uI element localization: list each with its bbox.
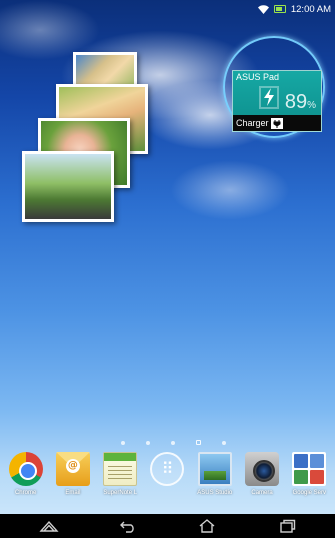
battery-status-icon — [273, 5, 286, 13]
at-sign-glyph: @ — [65, 459, 80, 473]
back-icon[interactable] — [118, 519, 138, 533]
dock-app-label: ASUS Studio — [197, 490, 233, 496]
charging-bolt-icon — [259, 86, 279, 109]
battery-percent: 89% — [285, 91, 316, 114]
wifi-icon — [257, 4, 269, 14]
dock-app-supernote[interactable]: SuperNote L — [99, 452, 141, 496]
clock: 12:00 AM — [290, 3, 331, 15]
chrome-icon — [8, 452, 43, 486]
dock-app-label: Camera — [251, 490, 273, 496]
dock-app-label: SuperNote L — [103, 490, 138, 496]
wallpaper-cloud — [170, 160, 290, 220]
photo-thumbnail[interactable] — [22, 151, 114, 222]
home-screen: 12:00 AM ASUS Pad 89% Charger Chrome @ E… — [0, 0, 335, 538]
dock-app-asus-studio[interactable]: ASUS Studio — [194, 452, 236, 496]
device-name-label: ASUS Pad — [236, 72, 280, 82]
percent-sign: % — [307, 100, 316, 111]
page-dot[interactable] — [146, 441, 150, 445]
asus-studio-icon — [197, 452, 232, 486]
status-bar: 12:00 AM — [0, 0, 335, 18]
page-dot[interactable] — [222, 441, 226, 445]
all-apps-button[interactable] — [146, 452, 188, 490]
recent-apps-icon[interactable] — [276, 519, 296, 533]
charger-row: Charger — [233, 115, 321, 131]
photo-image — [25, 154, 111, 219]
google-services-icon — [292, 452, 327, 486]
battery-percent-value: 89 — [284, 91, 308, 113]
supernote-icon — [103, 452, 138, 486]
page-dot[interactable] — [171, 441, 175, 445]
dock-app-label: Chrome — [14, 490, 37, 496]
dock-app-camera[interactable]: Camera — [241, 452, 283, 496]
charger-label: Charger — [236, 118, 269, 128]
maps-mini-icon — [310, 470, 325, 484]
dock-app-email[interactable]: @ Email — [52, 452, 94, 496]
home-shortcut-icon[interactable] — [39, 519, 59, 533]
dock-app-chrome[interactable]: Chrome — [5, 452, 47, 496]
navigation-bar — [0, 514, 335, 538]
dock-app-label: Email — [65, 490, 81, 496]
dock-app-label: Google Serv — [292, 490, 326, 496]
home-page-dot[interactable] — [196, 440, 201, 445]
email-icon: @ — [55, 452, 90, 486]
home-icon[interactable] — [197, 519, 217, 533]
youtube-mini-icon — [294, 454, 309, 468]
all-apps-icon — [150, 452, 185, 486]
plug-icon — [270, 117, 283, 129]
camera-icon — [245, 452, 280, 486]
page-indicator — [0, 440, 335, 445]
google-plus-mini-icon — [294, 470, 309, 484]
gmail-mini-icon — [310, 454, 325, 468]
app-dock: Chrome @ Email SuperNote L ASUS Studio C… — [0, 452, 335, 514]
dock-app-google-services[interactable]: Google Serv — [288, 452, 330, 496]
battery-widget[interactable]: ASUS Pad 89% Charger — [232, 70, 322, 132]
page-dot[interactable] — [121, 441, 125, 445]
